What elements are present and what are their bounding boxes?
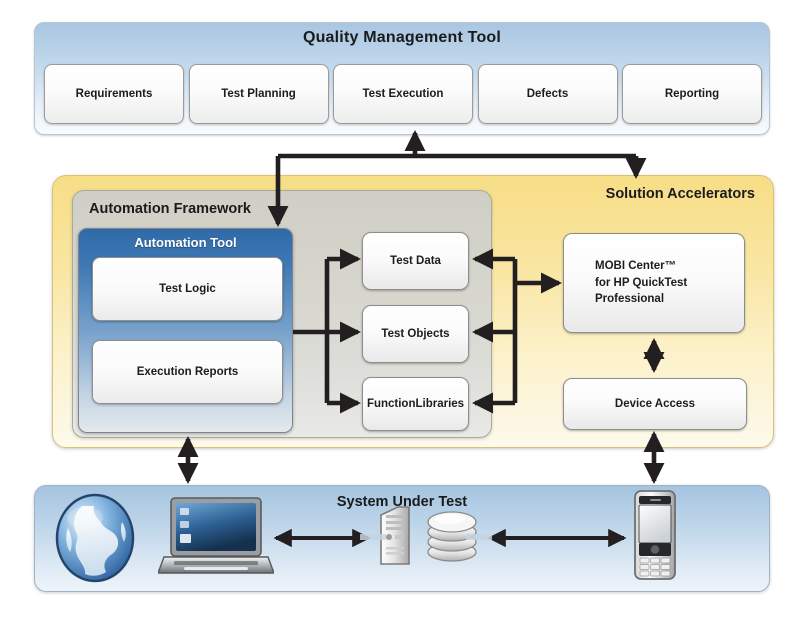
database-icon (427, 511, 477, 562)
qm-item-test-planning[interactable]: Test Planning (188, 64, 329, 124)
quality-management-tool-panel: Quality Management Tool Requirements Tes… (34, 22, 770, 135)
asset-box-function-libraries-line2: Libraries (415, 397, 465, 410)
asset-box-test-data[interactable]: Test Data (362, 232, 469, 290)
asset-box-test-objects[interactable]: Test Objects (362, 305, 469, 363)
solution-accelerators-title: Solution Accelerators (605, 186, 755, 202)
asset-box-function-libraries-line1: Function (366, 397, 416, 410)
globe-icon (55, 493, 135, 583)
mobi-center-line2: for HP QuickTest (595, 276, 688, 289)
mobi-center-line1: MOBI Center™ (595, 259, 677, 272)
qm-item-defects[interactable]: Defects (477, 64, 618, 124)
quality-management-tool-title: Quality Management Tool (302, 29, 502, 46)
asset-box-function-libraries[interactable]: Function Libraries (362, 377, 469, 431)
server-icon (380, 506, 410, 565)
mobile-phone-icon (634, 490, 676, 580)
diagram-canvas: Quality Management Tool Requirements Tes… (0, 0, 802, 627)
automation-tool-box: Automation Tool Test Logic Execution Rep… (78, 228, 293, 433)
automation-framework-title: Automation Framework (89, 201, 251, 217)
qm-item-reporting[interactable]: Reporting (622, 64, 762, 124)
quality-management-tool-items: Requirements Test Planning Test Executio… (44, 64, 762, 124)
automation-tool-item-test-logic[interactable]: Test Logic (92, 257, 283, 321)
mobi-center-box[interactable]: MOBI Center™ for HP QuickTest Profession… (563, 233, 745, 333)
mobi-center-line3: Professional (595, 293, 665, 306)
qm-item-requirements[interactable]: Requirements (44, 64, 184, 124)
device-access-box[interactable]: Device Access (563, 378, 747, 430)
laptop-icon (158, 497, 274, 574)
automation-tool-item-execution-reports[interactable]: Execution Reports (92, 340, 283, 404)
qm-item-test-execution[interactable]: Test Execution (333, 64, 473, 124)
automation-tool-title: Automation Tool (134, 235, 237, 250)
